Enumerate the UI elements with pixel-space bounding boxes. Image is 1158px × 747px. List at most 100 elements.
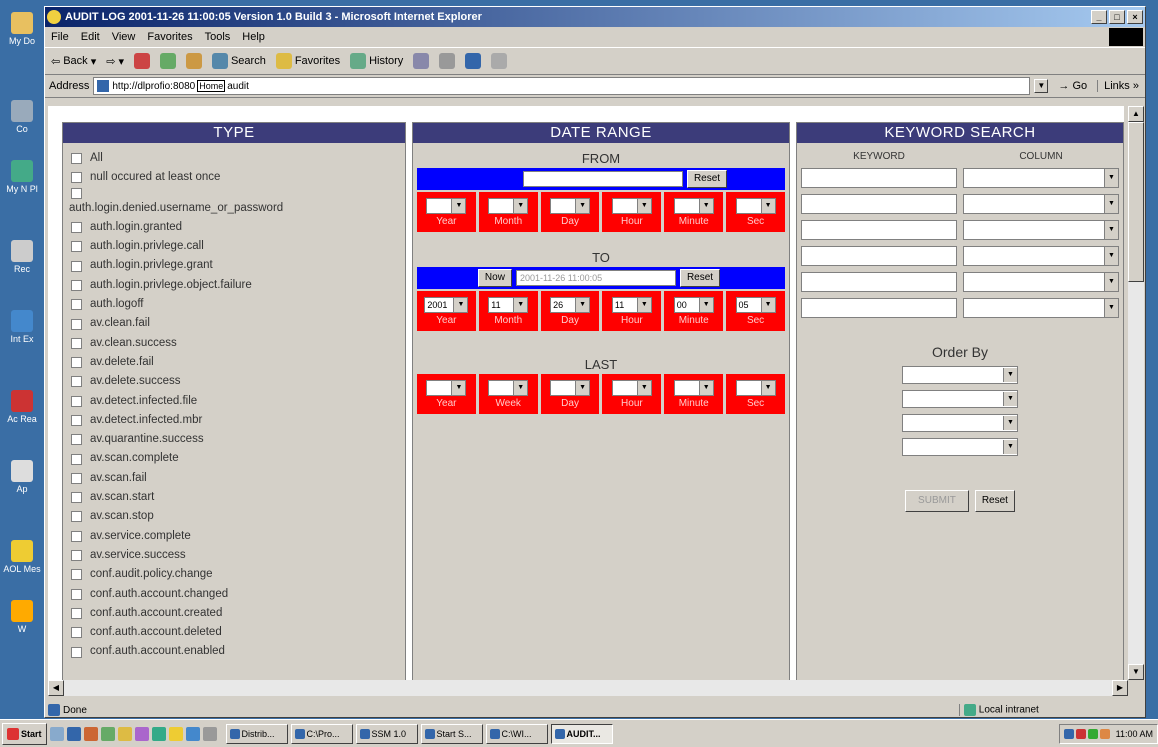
type-checkbox[interactable]	[71, 607, 82, 619]
scroll-thumb[interactable]	[1128, 122, 1144, 282]
go-button[interactable]: → Go	[1052, 80, 1093, 92]
task-button[interactable]: C:\Pro...	[290, 723, 353, 744]
type-checkbox[interactable]	[71, 492, 82, 504]
keyword-input[interactable]	[801, 246, 958, 266]
tray-icon[interactable]	[1087, 728, 1098, 739]
type-checkbox[interactable]	[71, 395, 82, 407]
desktop-icon[interactable]: Rec	[2, 240, 42, 274]
type-checkbox[interactable]	[71, 588, 82, 600]
task-button[interactable]: Distrib...	[225, 723, 288, 744]
menu-tools[interactable]: Tools	[205, 31, 231, 43]
last-hour-select[interactable]: ▼	[611, 379, 652, 396]
type-checkbox[interactable]	[71, 357, 82, 369]
from-sec-select[interactable]: ▼	[735, 197, 776, 214]
tray-icon[interactable]	[1063, 728, 1074, 739]
task-button[interactable]: C:\WI...	[485, 723, 548, 744]
title-bar[interactable]: AUDIT LOG 2001-11-26 11:00:05 Version 1.…	[45, 7, 1145, 27]
desktop-icon[interactable]: Int Ex	[2, 310, 42, 344]
start-button[interactable]: Start	[2, 722, 47, 745]
to-sec-select[interactable]: 05 ▼	[735, 296, 776, 313]
last-week-select[interactable]: ▼	[488, 379, 529, 396]
quicklaunch-icon[interactable]	[134, 726, 149, 741]
desktop-icon[interactable]: AOL Mes	[2, 540, 42, 574]
vertical-scrollbar[interactable]: ▲ ▼	[1128, 106, 1144, 680]
quicklaunch-icon[interactable]	[66, 726, 81, 741]
type-checkbox[interactable]	[71, 318, 82, 330]
quicklaunch-icon[interactable]	[49, 726, 64, 741]
keyword-input[interactable]	[801, 194, 958, 214]
type-checkbox[interactable]	[71, 511, 82, 523]
scroll-down-icon[interactable]: ▼	[1128, 664, 1144, 680]
quicklaunch-icon[interactable]	[168, 726, 183, 741]
type-checkbox[interactable]	[71, 187, 82, 199]
submit-button[interactable]: SUBMIT	[905, 490, 969, 512]
type-checkbox[interactable]	[71, 299, 82, 311]
type-checkbox[interactable]	[71, 415, 82, 426]
to-date-input[interactable]: 2001-11-26 11:00:05	[515, 270, 676, 286]
to-month-select[interactable]: 11 ▼	[488, 296, 529, 313]
menu-view[interactable]: View	[112, 31, 136, 43]
order-by-select[interactable]: ▼	[902, 366, 1018, 384]
last-day-select[interactable]: ▼	[550, 379, 591, 396]
type-checkbox[interactable]	[71, 153, 82, 165]
maximize-button[interactable]: □	[1109, 10, 1125, 24]
desktop-icon[interactable]: My N Pl	[2, 160, 42, 194]
column-select[interactable]: ▼	[963, 220, 1119, 240]
type-checkbox[interactable]	[71, 376, 82, 388]
type-checkbox[interactable]	[71, 472, 82, 484]
to-reset-button[interactable]: Reset	[679, 269, 721, 287]
minimize-button[interactable]: _	[1091, 10, 1107, 24]
type-checkbox[interactable]	[71, 453, 82, 465]
edit-icon[interactable]	[465, 53, 482, 69]
type-checkbox[interactable]	[71, 530, 82, 542]
quicklaunch-icon[interactable]	[185, 726, 200, 741]
order-by-select[interactable]: ▼	[902, 414, 1018, 432]
quicklaunch-icon[interactable]	[83, 726, 98, 741]
last-sec-select[interactable]: ▼	[735, 379, 776, 396]
type-checkbox[interactable]	[71, 434, 82, 446]
task-button[interactable]: SSM 1.0	[355, 723, 418, 744]
type-checkbox[interactable]	[71, 241, 82, 253]
menu-favorites[interactable]: Favorites	[147, 31, 192, 43]
mail-icon[interactable]	[413, 53, 430, 69]
desktop-icon[interactable]: W	[2, 600, 42, 634]
column-select[interactable]: ▼	[963, 194, 1119, 214]
from-month-select[interactable]: ▼	[488, 197, 529, 214]
from-minute-select[interactable]: ▼	[673, 197, 714, 214]
print-icon[interactable]	[439, 53, 456, 69]
type-checkbox[interactable]	[71, 646, 82, 658]
keyword-input[interactable]	[801, 298, 958, 318]
keyword-reset-button[interactable]: Reset	[974, 490, 1015, 512]
to-day-select[interactable]: 26 ▼	[550, 296, 591, 313]
task-button[interactable]: AUDIT...	[550, 723, 613, 744]
search-button[interactable]: Search	[211, 53, 266, 69]
back-button[interactable]: ⇦ Back ▾	[51, 55, 96, 68]
stop-icon[interactable]	[133, 53, 150, 69]
quicklaunch-icon[interactable]	[100, 726, 115, 741]
column-select[interactable]: ▼	[963, 272, 1119, 292]
discuss-icon[interactable]	[491, 53, 508, 69]
desktop-icon[interactable]: My Do	[2, 12, 42, 46]
from-date-input[interactable]	[522, 171, 683, 187]
last-year-select[interactable]: ▼	[426, 379, 467, 396]
type-checkbox[interactable]	[71, 222, 82, 234]
type-checkbox[interactable]	[71, 279, 82, 291]
type-checkbox[interactable]	[71, 260, 82, 272]
history-button[interactable]: History	[350, 53, 403, 69]
horizontal-scrollbar[interactable]: ◀ ▶	[48, 680, 1128, 696]
scroll-right-icon[interactable]: ▶	[1112, 680, 1128, 696]
desktop-icon[interactable]: Ac Rea	[2, 390, 42, 424]
to-minute-select[interactable]: 00 ▼	[673, 296, 714, 313]
column-select[interactable]: ▼	[963, 298, 1119, 318]
to-year-select[interactable]: 2001 ▼	[424, 296, 469, 313]
desktop-icon[interactable]: Co	[2, 100, 42, 134]
type-checkbox[interactable]	[71, 569, 82, 581]
last-minute-select[interactable]: ▼	[673, 379, 714, 396]
menu-file[interactable]: File	[51, 31, 69, 43]
scroll-up-icon[interactable]: ▲	[1128, 106, 1144, 122]
menu-help[interactable]: Help	[242, 31, 265, 43]
desktop-icon[interactable]: Ap	[2, 460, 42, 494]
column-select[interactable]: ▼	[963, 168, 1119, 188]
order-by-select[interactable]: ▼	[902, 390, 1018, 408]
from-reset-button[interactable]: Reset	[686, 170, 728, 188]
